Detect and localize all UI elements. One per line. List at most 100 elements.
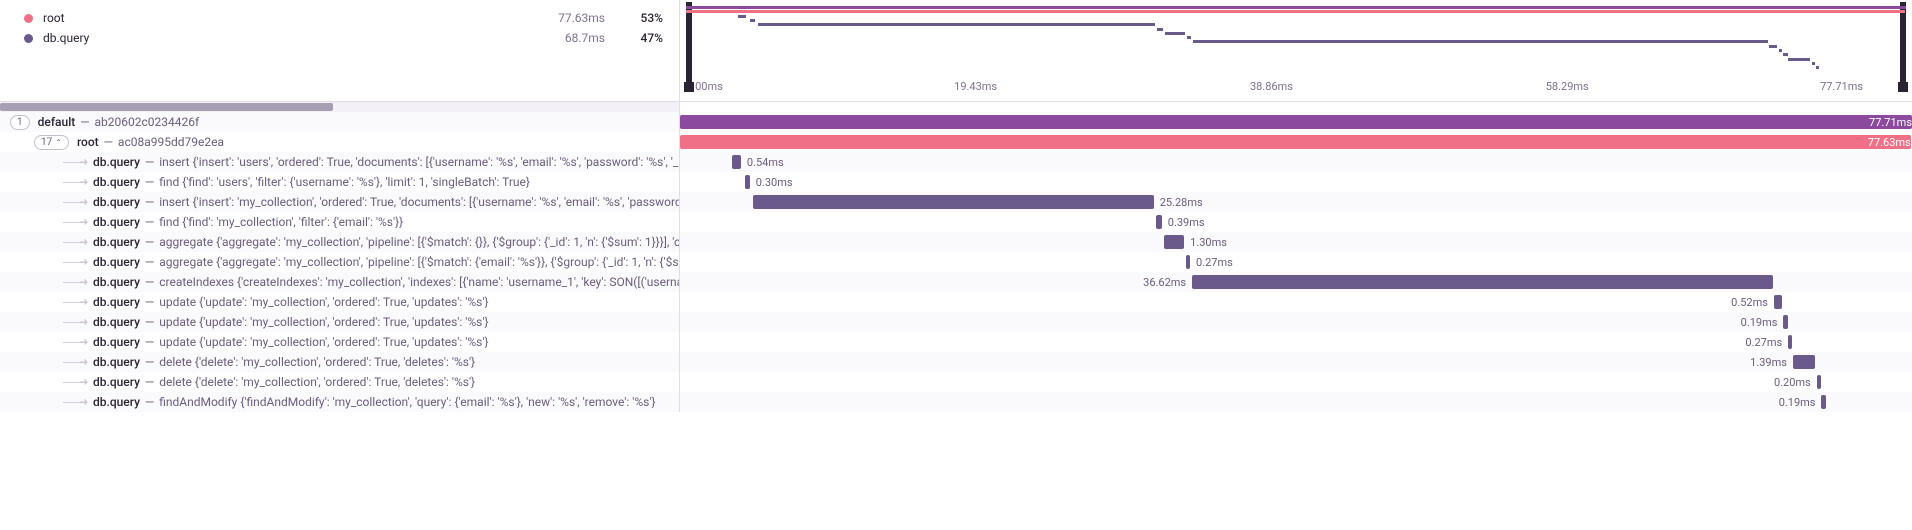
span-row-right[interactable]: 0.39ms	[680, 212, 1912, 232]
span-row-right[interactable]: 0.20ms	[680, 372, 1912, 392]
span-row[interactable]: db.query — update {'update': 'my_collectio…	[0, 292, 1912, 312]
axis-tick: 38.86ms	[1250, 80, 1293, 93]
legend-pane: root 77.63ms 53% db.query 68.7ms 47%	[0, 0, 680, 101]
span-bar[interactable]	[1164, 235, 1185, 249]
span-duration-label: 1.30ms	[1184, 235, 1227, 249]
span-row-right[interactable]: 0.27ms	[680, 332, 1912, 352]
summary-header: root 77.63ms 53% db.query 68.7ms 47% 0.0…	[0, 0, 1912, 102]
span-row-right[interactable]: 77.63ms	[680, 132, 1912, 152]
dash-separator: —	[145, 295, 154, 309]
span-row-left[interactable]: db.query—aggregate {'aggregate': 'my_col…	[0, 232, 680, 252]
span-row-right[interactable]: 0.30ms	[680, 172, 1912, 192]
legend-row-root[interactable]: root 77.63ms 53%	[24, 8, 663, 28]
minimap[interactable]	[686, 2, 1906, 74]
span-desc: delete {'delete': 'my_collection', 'orde…	[159, 375, 475, 389]
span-duration-label: 25.28ms	[1154, 195, 1203, 209]
span-desc: findAndModify {'findAndModify': 'my_coll…	[159, 395, 655, 409]
span-row-right[interactable]: 0.19ms	[680, 312, 1912, 332]
dash-separator: —	[145, 235, 154, 249]
span-bar[interactable]	[732, 155, 741, 169]
span-row[interactable]: db.query—insert {'insert': 'users', 'ord…	[0, 152, 1912, 172]
span-bar[interactable]	[1192, 275, 1773, 289]
left-pane-hscroll[interactable]	[0, 102, 679, 112]
span-row-left[interactable]: db.query—aggregate {'aggregate': 'my_col…	[0, 252, 680, 272]
axis-tick: 19.43ms	[954, 80, 997, 93]
span-row[interactable]: db.query—find {'find': 'my_collection', …	[0, 212, 1912, 232]
span-row-left[interactable]: db.query — update {'update': 'my_collectio…	[0, 292, 680, 312]
legend-row-dbquery[interactable]: db.query 68.7ms 47%	[24, 28, 663, 48]
span-row-right[interactable]: 25.28ms	[680, 192, 1912, 212]
dash-separator: —	[145, 375, 154, 389]
chevron-up-icon: ⌃	[55, 136, 62, 149]
tree-connector-icon	[58, 232, 93, 252]
span-bar[interactable]	[1817, 375, 1821, 389]
span-row-right[interactable]: 0.19ms	[680, 392, 1912, 412]
span-duration-label: 0.20ms	[1774, 375, 1817, 389]
span-row-left[interactable]: db.query—findAndModify {'findAndModify':…	[0, 392, 680, 412]
span-row-left[interactable]: db.query—insert {'insert': 'my_collectio…	[0, 192, 680, 212]
child-count-pill[interactable]: 17⌃	[34, 135, 69, 150]
minimap-handle-left[interactable]	[686, 2, 692, 92]
span-row-right[interactable]: 77.71ms	[680, 112, 1912, 132]
span-duration-label: 36.62ms	[1143, 275, 1192, 289]
span-row-left[interactable]: db.query—find {'find': 'my_collection', …	[0, 212, 680, 232]
tree-connector-icon	[58, 152, 93, 172]
child-count: 17	[41, 136, 52, 149]
span-row[interactable]: db.query—find {'find': 'users', 'filter'…	[0, 172, 1912, 192]
span-desc: aggregate {'aggregate': 'my_collection',…	[159, 255, 680, 269]
span-row-right[interactable]: 0.52ms	[680, 292, 1912, 312]
span-row-right[interactable]: 1.30ms	[680, 232, 1912, 252]
span-bar[interactable]	[1821, 395, 1825, 409]
span-desc: update {'update': 'my_collection', 'orde…	[159, 335, 488, 349]
span-bar[interactable]	[1793, 355, 1815, 369]
minimap-pane[interactable]: 0.00ms 19.43ms 38.86ms 58.29ms 77.71ms	[680, 0, 1912, 101]
span-desc: find {'find': 'my_collection', 'filter':…	[159, 215, 403, 229]
hscroll-thumb[interactable]	[0, 103, 333, 111]
span-row-left[interactable]: db.query—find {'find': 'users', 'filter'…	[0, 172, 680, 192]
span-desc: ab20602c0234426f	[95, 115, 200, 129]
span-row[interactable]: 1default—ab20602c0234426f77.71ms	[0, 112, 1912, 132]
child-count-pill[interactable]: 1	[10, 115, 30, 130]
span-row[interactable]: db.query—aggregate {'aggregate': 'my_col…	[0, 232, 1912, 252]
dash-separator: —	[145, 155, 154, 169]
span-row[interactable]: db.query—update {'update': 'my_collectio…	[0, 312, 1912, 332]
span-bar[interactable]	[1783, 315, 1787, 329]
span-row-left[interactable]: db.query—createIndexes {'createIndexes':…	[0, 272, 680, 292]
span-row[interactable]: 17⌃root—ac08a995dd79e2ea77.63ms	[0, 132, 1912, 152]
span-duration-label: 0.30ms	[750, 175, 793, 189]
span-row-left[interactable]: db.query—insert {'insert': 'users', 'ord…	[0, 152, 680, 172]
dash-separator: —	[145, 275, 154, 289]
span-row[interactable]: db.query—insert {'insert': 'my_collectio…	[0, 192, 1912, 212]
span-op: db.query	[93, 195, 140, 209]
dash-separator: —	[145, 255, 154, 269]
span-row[interactable]: db.query—createIndexes {'createIndexes':…	[0, 272, 1912, 292]
span-op: db.query	[93, 295, 140, 309]
span-bar[interactable]	[1788, 335, 1792, 349]
minimap-handle-right[interactable]	[1900, 2, 1906, 92]
span-row[interactable]: db.query—findAndModify {'findAndModify':…	[0, 392, 1912, 412]
span-row-left[interactable]: 1default—ab20602c0234426f	[0, 112, 680, 132]
span-row[interactable]: db.query—delete {'delete': 'my_collectio…	[0, 372, 1912, 392]
span-row-right[interactable]: 1.39ms	[680, 352, 1912, 372]
span-row[interactable]: db.query—delete {'delete': 'my_collectio…	[0, 352, 1912, 372]
span-row[interactable]: db.query—aggregate {'aggregate': 'my_col…	[0, 252, 1912, 272]
span-row-right[interactable]: 0.27ms	[680, 252, 1912, 272]
span-bar[interactable]	[1774, 295, 1782, 309]
span-row-right[interactable]: 0.54ms	[680, 152, 1912, 172]
span-row-left[interactable]: 17⌃root—ac08a995dd79e2ea	[0, 132, 680, 152]
span-row-left[interactable]: db.query—update {'update': 'my_collectio…	[0, 332, 680, 352]
span-desc: update {'update': 'my_collection', 'orde…	[159, 315, 488, 329]
span-row-left[interactable]: db.query—delete {'delete': 'my_collectio…	[0, 352, 680, 372]
span-op: db.query	[93, 315, 140, 329]
legend-pct: 47%	[605, 31, 663, 45]
span-op: db.query	[93, 275, 140, 289]
axis-tick: 58.29ms	[1546, 80, 1589, 93]
dash-separator: —	[145, 175, 154, 189]
span-row[interactable]: db.query—update {'update': 'my_collectio…	[0, 332, 1912, 352]
span-row-left[interactable]: db.query—update {'update': 'my_collectio…	[0, 312, 680, 332]
span-desc: update {'update': 'my_collection', 'orde…	[159, 295, 488, 309]
span-bar[interactable]	[753, 195, 1154, 209]
span-row-right[interactable]: 36.62ms	[680, 272, 1912, 292]
span-row-left[interactable]: db.query—delete {'delete': 'my_collectio…	[0, 372, 680, 392]
legend-time: 68.7ms	[525, 31, 605, 45]
